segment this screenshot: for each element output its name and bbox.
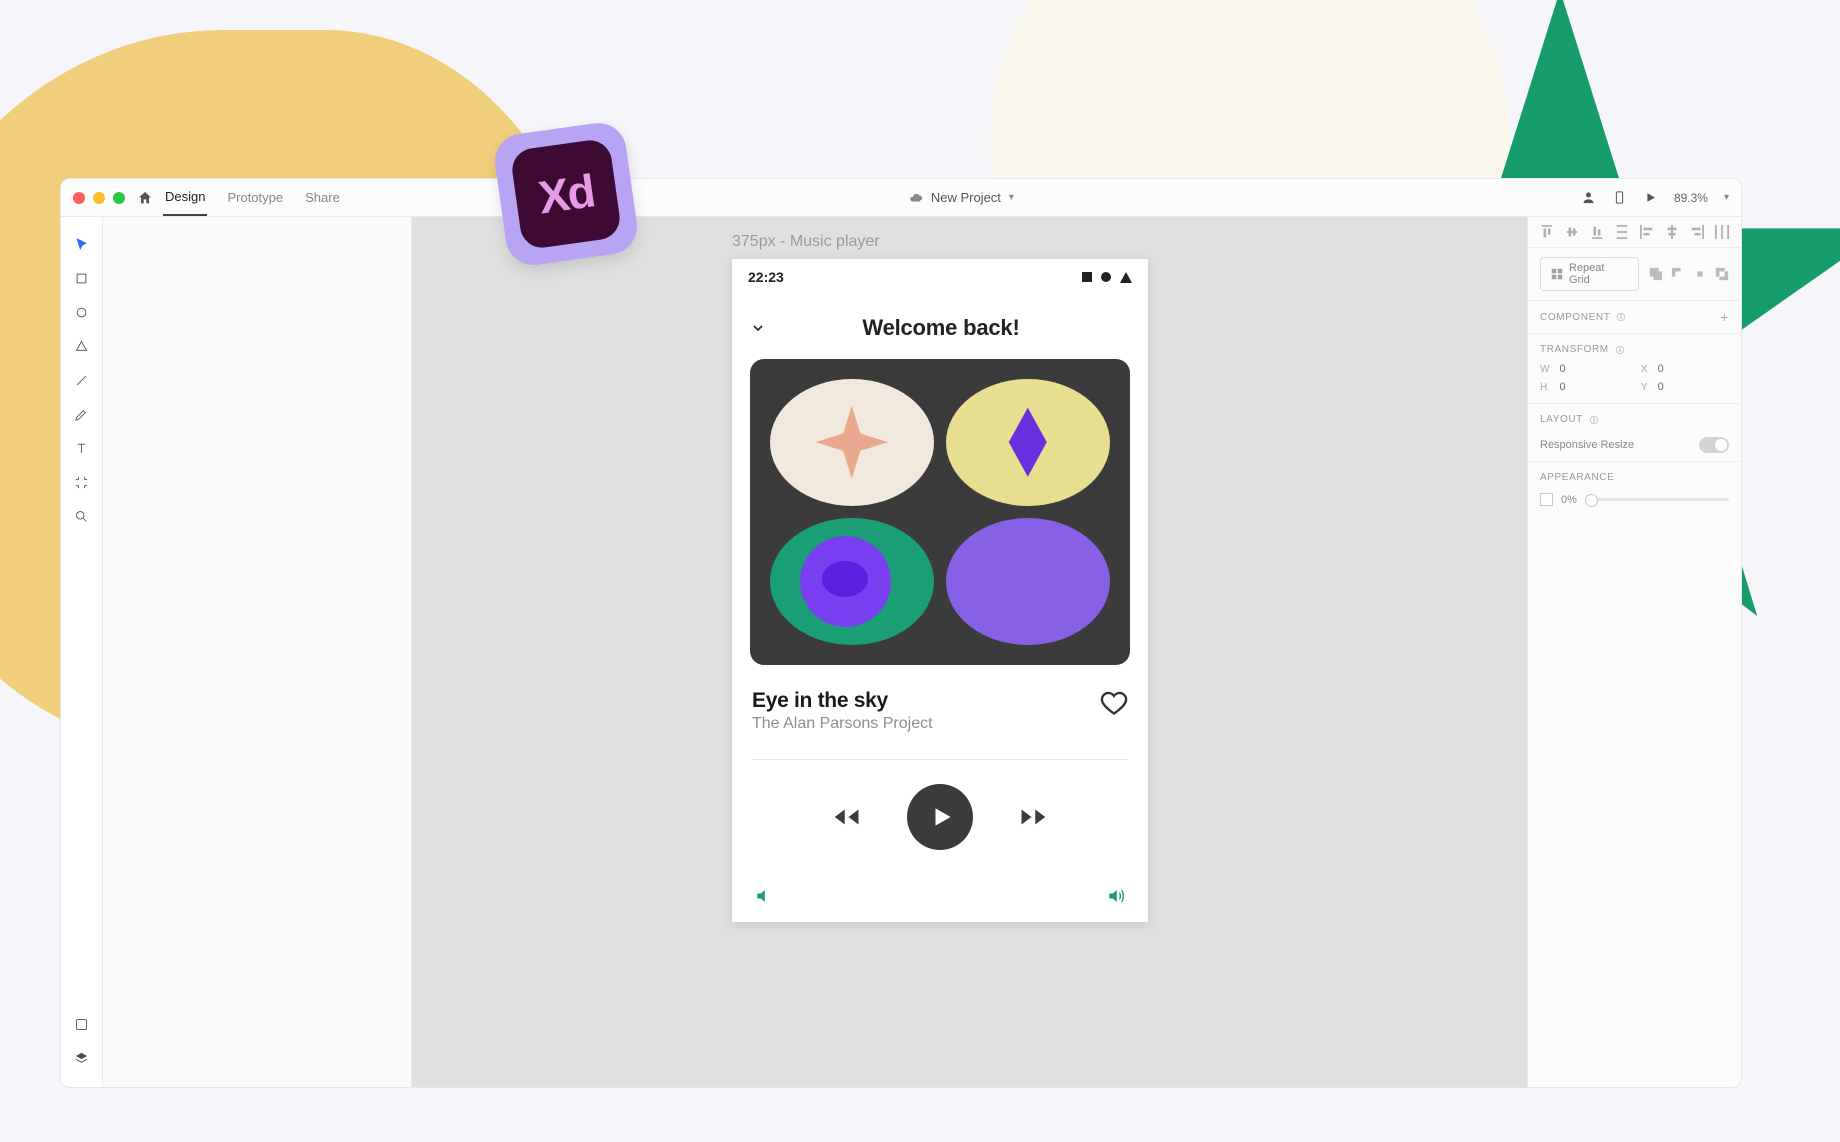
app-window: Design Prototype Share New Project ▾ 89.… — [60, 178, 1742, 1088]
bool-intersect-icon[interactable] — [1693, 267, 1707, 281]
play-preview-icon[interactable] — [1643, 190, 1658, 205]
chevron-down-icon[interactable] — [750, 320, 766, 336]
layout-section-label: LAYOUT — [1540, 414, 1583, 425]
previous-button[interactable] — [831, 802, 861, 832]
divider — [752, 759, 1128, 760]
transform-section-label: TRANSFORM — [1540, 344, 1609, 355]
close-window-button[interactable] — [73, 192, 85, 204]
cloud-icon — [909, 191, 923, 205]
w-value[interactable]: 0 — [1559, 363, 1630, 375]
opacity-slider[interactable] — [1585, 498, 1729, 501]
responsive-resize-toggle[interactable] — [1699, 437, 1729, 453]
album-artwork — [750, 359, 1130, 665]
align-hcenter-icon[interactable] — [1665, 225, 1679, 239]
home-icon[interactable] — [137, 190, 153, 206]
titlebar: Design Prototype Share New Project ▾ 89.… — [61, 179, 1741, 217]
zoom-level[interactable]: 89.3% — [1674, 191, 1708, 205]
repeat-grid-button[interactable]: Repeat Grid — [1540, 257, 1639, 291]
canvas[interactable]: 375px - Music player 22:23 Welcome back! — [412, 217, 1527, 1087]
device-preview-icon[interactable] — [1612, 190, 1627, 205]
zoom-chevron-icon[interactable]: ▾ — [1724, 192, 1729, 203]
info-icon[interactable] — [1616, 312, 1626, 322]
distribute-h-icon[interactable] — [1715, 225, 1729, 239]
status-square-icon — [1082, 272, 1092, 282]
polygon-tool[interactable] — [67, 331, 97, 361]
art-diamond-icon — [946, 379, 1110, 506]
x-value[interactable]: 0 — [1658, 363, 1729, 375]
inspector-panel: Repeat Grid COMPONENT + — [1527, 217, 1741, 1087]
align-bottom-icon[interactable] — [1590, 225, 1604, 239]
responsive-resize-label: Responsive Resize — [1540, 439, 1634, 451]
rectangle-tool[interactable] — [67, 263, 97, 293]
art-star-icon — [770, 379, 934, 506]
line-tool[interactable] — [67, 365, 97, 395]
distribute-v-icon[interactable] — [1615, 225, 1629, 239]
align-vcenter-icon[interactable] — [1565, 225, 1579, 239]
xd-logo-text: Xd — [510, 138, 623, 251]
maximize-window-button[interactable] — [113, 192, 125, 204]
align-tools — [1528, 217, 1741, 248]
track-title: Eye in the sky — [752, 689, 1088, 713]
y-value[interactable]: 0 — [1658, 381, 1729, 393]
bool-subtract-icon[interactable] — [1671, 267, 1685, 281]
align-left-icon[interactable] — [1640, 225, 1654, 239]
zoom-tool[interactable] — [67, 501, 97, 531]
art-circle-icon — [946, 518, 1110, 645]
layers-panel — [103, 217, 412, 1087]
project-name: New Project — [931, 190, 1001, 205]
volume-high-icon[interactable] — [1106, 886, 1126, 906]
status-circle-icon — [1101, 272, 1111, 282]
status-bar: 22:23 — [732, 259, 1148, 289]
bool-exclude-icon[interactable] — [1715, 267, 1729, 281]
select-tool[interactable] — [67, 229, 97, 259]
artboard-music-player[interactable]: 22:23 Welcome back! — [732, 259, 1148, 922]
minimize-window-button[interactable] — [93, 192, 105, 204]
next-button[interactable] — [1019, 802, 1049, 832]
info-icon[interactable] — [1589, 415, 1599, 425]
assets-panel-icon[interactable] — [67, 1009, 97, 1039]
w-label: W — [1540, 364, 1549, 375]
artboard-label[interactable]: 375px - Music player — [732, 233, 880, 251]
align-right-icon[interactable] — [1690, 225, 1704, 239]
ellipse-tool[interactable] — [67, 297, 97, 327]
art-oval-icon — [770, 518, 934, 645]
screen-title: Welcome back! — [780, 315, 1102, 341]
track-artist: The Alan Parsons Project — [752, 715, 1088, 733]
align-top-icon[interactable] — [1540, 225, 1554, 239]
layers-panel-icon[interactable] — [67, 1043, 97, 1073]
h-value[interactable]: 0 — [1559, 381, 1630, 393]
opacity-value[interactable]: 0% — [1561, 494, 1577, 506]
clock: 22:23 — [748, 269, 784, 285]
artboard-tool[interactable] — [67, 467, 97, 497]
component-section-label: COMPONENT — [1540, 312, 1610, 323]
tab-design[interactable]: Design — [163, 179, 207, 216]
x-label: X — [1641, 364, 1648, 375]
chevron-down-icon: ▾ — [1009, 192, 1014, 203]
status-triangle-icon — [1120, 272, 1132, 283]
window-controls — [73, 192, 125, 204]
play-button[interactable] — [907, 784, 973, 850]
tab-prototype[interactable]: Prototype — [225, 180, 285, 215]
opacity-swatch[interactable] — [1540, 493, 1553, 506]
y-label: Y — [1641, 382, 1648, 393]
tab-share[interactable]: Share — [303, 180, 342, 215]
xd-app-badge: Xd — [491, 119, 640, 268]
bool-union-icon[interactable] — [1649, 267, 1663, 281]
h-label: H — [1540, 382, 1549, 393]
mode-tabs: Design Prototype Share — [163, 179, 342, 216]
text-tool[interactable] — [67, 433, 97, 463]
transform-fields: W 0 X 0 H 0 Y 0 — [1528, 359, 1741, 403]
tool-rail — [61, 217, 103, 1087]
favorite-button[interactable] — [1100, 689, 1128, 717]
pen-tool[interactable] — [67, 399, 97, 429]
info-icon[interactable] — [1615, 345, 1625, 355]
appearance-section-label: APPEARANCE — [1540, 472, 1614, 483]
volume-low-icon[interactable] — [754, 886, 774, 906]
user-icon[interactable] — [1581, 190, 1596, 205]
add-component-button[interactable]: + — [1720, 309, 1729, 325]
